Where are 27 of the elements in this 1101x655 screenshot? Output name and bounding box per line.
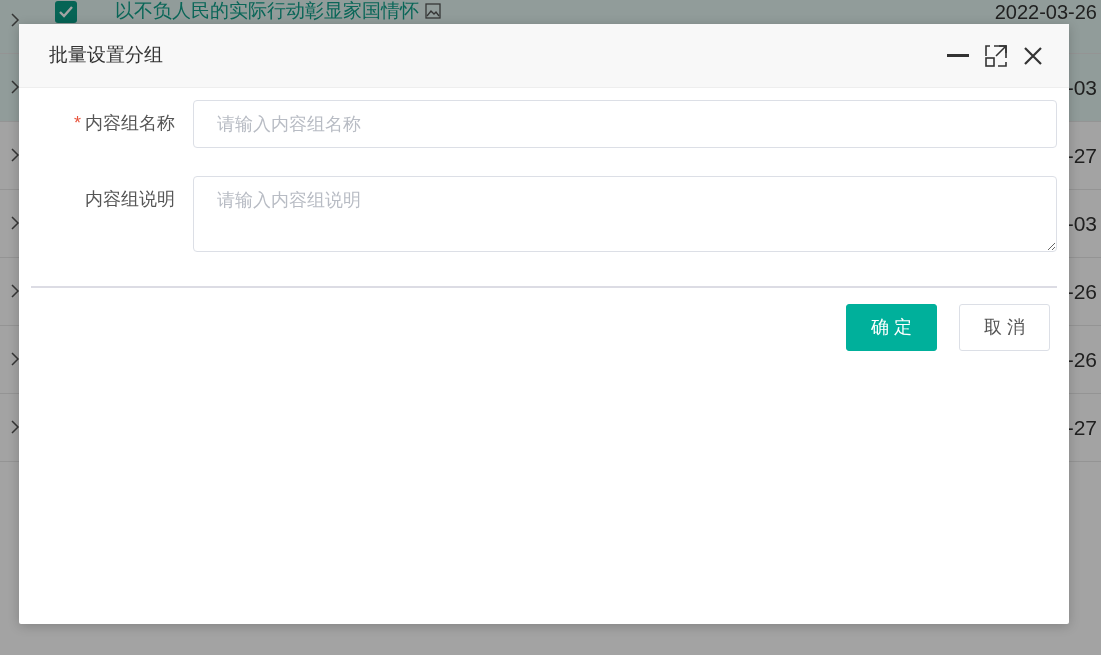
date-text: -03 (1066, 210, 1097, 237)
date-text: -27 (1066, 142, 1097, 169)
name-input-field[interactable]: 请输入内容组名称 (193, 100, 1057, 148)
cancel-button[interactable]: 取消 (959, 304, 1050, 351)
expand-icon[interactable] (10, 284, 20, 298)
date-text: -26 (1066, 346, 1097, 373)
field-label: 内容组说明 (84, 188, 176, 211)
expand-icon[interactable] (10, 216, 20, 230)
minimize-icon[interactable] (947, 53, 969, 58)
checkbox[interactable] (55, 1, 77, 23)
date-text: -26 (1066, 278, 1097, 305)
description-input-field[interactable]: 请输入内容组说明 (193, 176, 1057, 252)
expand-icon[interactable] (10, 352, 20, 366)
date-text: 2022-03-26 (994, 1, 1097, 23)
link[interactable]: 以不负人民的实际行动彰显家国情怀 (115, 1, 419, 22)
date-text: -03 (1066, 74, 1097, 101)
field-label: * 内容组名称 (73, 112, 176, 135)
expand-icon[interactable] (10, 420, 20, 434)
close-icon[interactable] (1023, 45, 1043, 66)
date-text: -27 (1066, 414, 1097, 441)
expand-icon[interactable] (10, 13, 20, 27)
confirm-button[interactable]: 确定 (846, 304, 937, 351)
maximize-icon[interactable] (985, 44, 1007, 67)
dialog-title: 批量设置分组 (49, 43, 164, 68)
image-icon (425, 3, 441, 20)
expand-icon[interactable] (10, 80, 20, 94)
expand-icon[interactable] (10, 148, 20, 162)
